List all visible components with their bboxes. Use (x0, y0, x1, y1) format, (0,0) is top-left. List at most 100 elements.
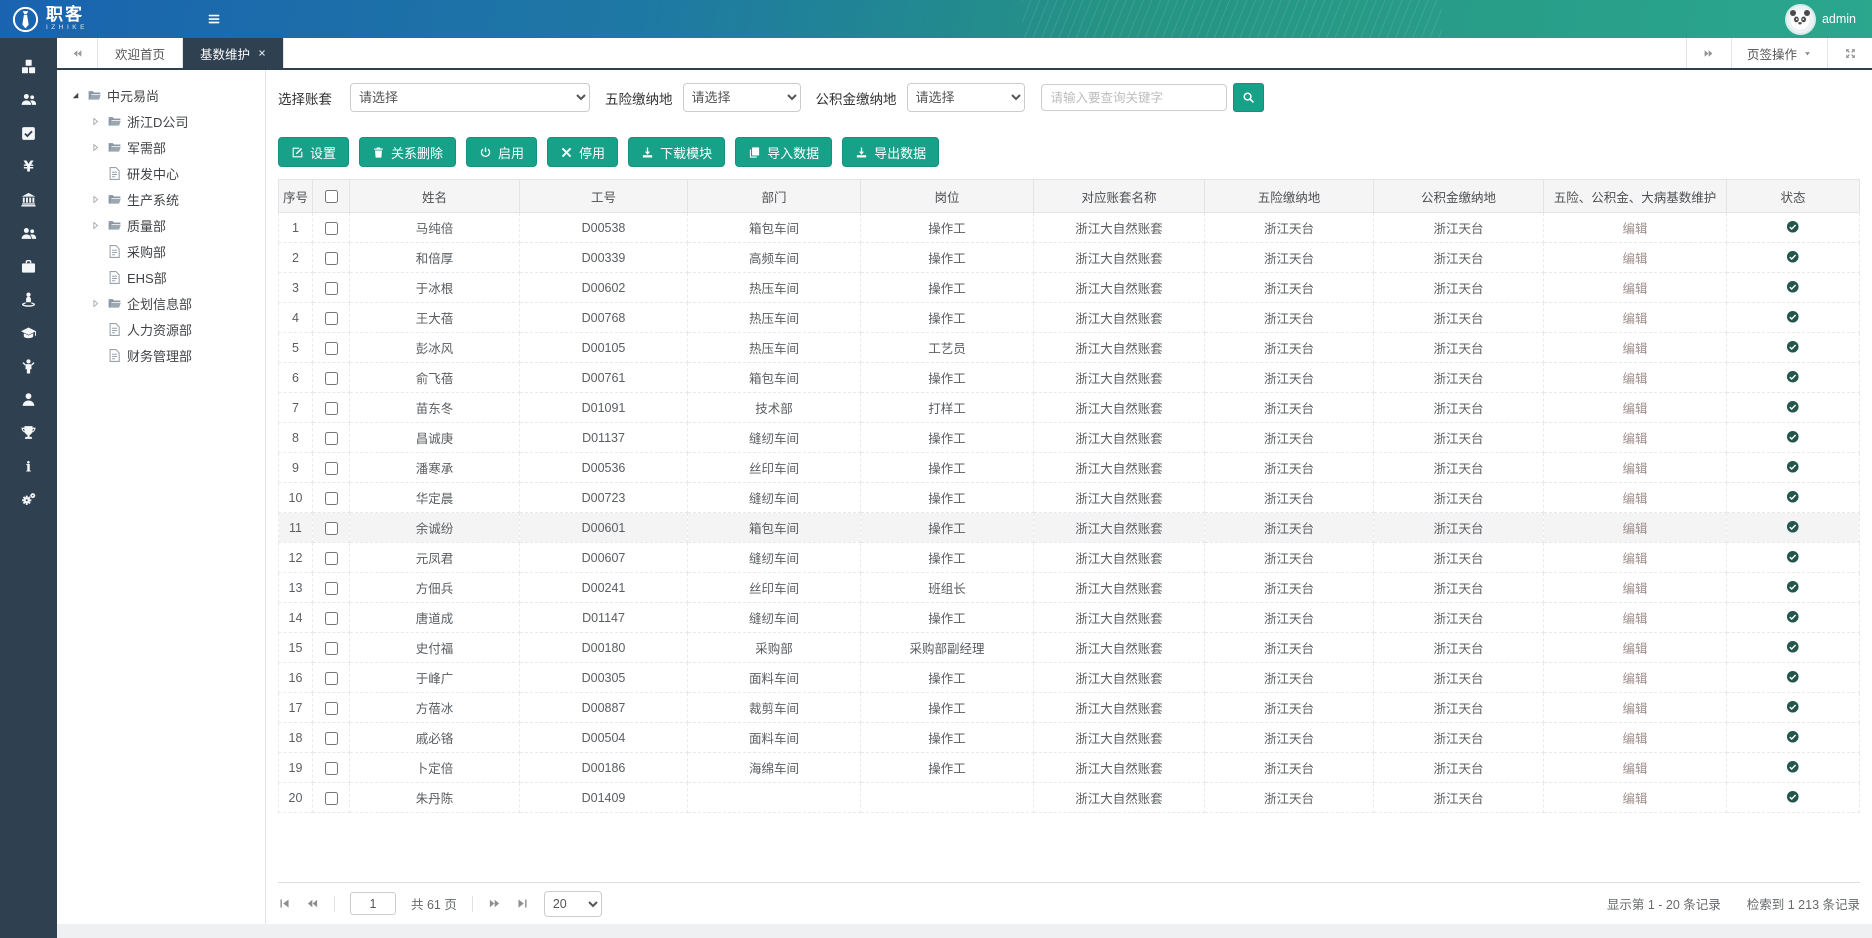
edit-link[interactable]: 编辑 (1622, 402, 1647, 416)
page-number-input[interactable] (350, 892, 396, 915)
tree-item-0[interactable]: 浙江D公司 (69, 108, 265, 134)
tree-item-9[interactable]: 财务管理部 (69, 342, 265, 368)
last-page-button[interactable] (516, 897, 529, 910)
tab-1[interactable]: 基数维护 (183, 38, 284, 68)
fund-city-select[interactable]: 请选择 (907, 83, 1025, 112)
select-all-checkbox[interactable] (325, 190, 338, 203)
page-operations-dropdown[interactable]: 页签操作 (1731, 38, 1827, 68)
rail-item-check-square[interactable] (0, 117, 57, 150)
tree-item-1[interactable]: 军需部 (69, 134, 265, 160)
edit-link[interactable]: 编辑 (1622, 492, 1647, 506)
next-page-button[interactable] (488, 897, 501, 910)
tree-item-4[interactable]: 质量部 (69, 212, 265, 238)
row-checkbox[interactable] (325, 672, 338, 685)
rail-item-team[interactable] (0, 216, 57, 249)
edit-link[interactable]: 编辑 (1622, 282, 1647, 296)
tree-item-7[interactable]: 企划信息部 (69, 290, 265, 316)
insurance-city-select[interactable]: 请选择 (683, 83, 801, 112)
row-checkbox[interactable] (325, 372, 338, 385)
tree-item-5[interactable]: 采购部 (69, 238, 265, 264)
search-input[interactable] (1041, 84, 1227, 111)
info-icon (20, 458, 37, 475)
tree-root[interactable]: 中元易尚 (69, 82, 265, 108)
rail-item-trophy[interactable] (0, 416, 57, 449)
tabs-scroll-right-button[interactable] (1686, 38, 1731, 68)
row-checkbox[interactable] (325, 762, 338, 775)
previous-page-button[interactable] (306, 897, 319, 910)
tab-0[interactable]: 欢迎首页 (98, 38, 183, 68)
rail-item-street-view[interactable] (0, 283, 57, 316)
rail-item-info[interactable] (0, 450, 57, 483)
edit-link[interactable]: 编辑 (1622, 312, 1647, 326)
cell-status (1727, 483, 1860, 513)
row-checkbox[interactable] (325, 582, 338, 595)
edit-link[interactable]: 编辑 (1622, 702, 1647, 716)
row-checkbox[interactable] (325, 432, 338, 445)
row-checkbox[interactable] (325, 402, 338, 415)
rail-item-graduation-cap[interactable] (0, 316, 57, 349)
edit-link[interactable]: 编辑 (1622, 642, 1647, 656)
rail-item-yen[interactable] (0, 150, 57, 183)
rail-item-briefcase[interactable] (0, 250, 57, 283)
tree-item-6[interactable]: EHS部 (69, 264, 265, 290)
row-checkbox[interactable] (325, 792, 338, 805)
search-button[interactable] (1233, 83, 1264, 112)
edit-link[interactable]: 编辑 (1622, 342, 1647, 356)
edit-link[interactable]: 编辑 (1622, 552, 1647, 566)
settings-button[interactable]: 设置 (278, 137, 349, 167)
fullscreen-button[interactable] (1827, 38, 1872, 68)
edit-link[interactable]: 编辑 (1622, 222, 1647, 236)
row-checkbox[interactable] (325, 282, 338, 295)
cell-emp-id: D01147 (520, 603, 688, 633)
edit-link[interactable]: 编辑 (1622, 672, 1647, 686)
tree-item-8[interactable]: 人力资源部 (69, 316, 265, 342)
row-checkbox[interactable] (325, 312, 338, 325)
edit-link[interactable]: 编辑 (1622, 792, 1647, 806)
row-checkbox[interactable] (325, 732, 338, 745)
row-checkbox[interactable] (325, 342, 338, 355)
row-checkbox[interactable] (325, 552, 338, 565)
app-logo[interactable]: 职客 IZHIKE (12, 6, 88, 33)
close-icon[interactable] (258, 49, 266, 57)
relation-delete-button[interactable]: 关系删除 (359, 137, 456, 167)
tree-item-2[interactable]: 研发中心 (69, 160, 265, 186)
edit-link[interactable]: 编辑 (1622, 372, 1647, 386)
cell-account: 浙江大自然账套 (1034, 213, 1205, 243)
sidebar-toggle-button[interactable] (206, 11, 222, 27)
row-checkbox[interactable] (325, 492, 338, 505)
download-template-button[interactable]: 下载模块 (628, 137, 725, 167)
edit-link[interactable]: 编辑 (1622, 582, 1647, 596)
row-checkbox[interactable] (325, 222, 338, 235)
user-menu[interactable]: admin (1787, 6, 1856, 33)
rail-item-child[interactable] (0, 350, 57, 383)
tabs-scroll-left-button[interactable] (57, 38, 98, 68)
disable-button[interactable]: 停用 (547, 137, 618, 167)
row-checkbox[interactable] (325, 612, 338, 625)
enable-button[interactable]: 启用 (466, 137, 537, 167)
rail-item-cogs[interactable] (0, 483, 57, 516)
export-data-button[interactable]: 导出数据 (842, 137, 939, 167)
rail-item-bank[interactable] (0, 183, 57, 216)
first-page-button[interactable] (278, 897, 291, 910)
row-checkbox[interactable] (325, 462, 338, 475)
rail-item-cubes[interactable] (0, 50, 57, 83)
tree-item-3[interactable]: 生产系统 (69, 186, 265, 212)
row-checkbox[interactable] (325, 252, 338, 265)
row-checkbox[interactable] (325, 522, 338, 535)
account-select[interactable]: 请选择 (350, 83, 590, 112)
rail-item-user[interactable] (0, 383, 57, 416)
edit-link[interactable]: 编辑 (1622, 762, 1647, 776)
edit-link[interactable]: 编辑 (1622, 522, 1647, 536)
row-checkbox[interactable] (325, 642, 338, 655)
import-data-button[interactable]: 导入数据 (735, 137, 832, 167)
cell-emp-id: D00601 (520, 513, 688, 543)
page-size-select[interactable]: 20 (544, 891, 602, 917)
tree-node-label: 人力资源部 (127, 320, 192, 339)
edit-link[interactable]: 编辑 (1622, 252, 1647, 266)
row-checkbox[interactable] (325, 702, 338, 715)
edit-link[interactable]: 编辑 (1622, 462, 1647, 476)
edit-link[interactable]: 编辑 (1622, 732, 1647, 746)
edit-link[interactable]: 编辑 (1622, 432, 1647, 446)
rail-item-user-group[interactable] (0, 83, 57, 116)
edit-link[interactable]: 编辑 (1622, 612, 1647, 626)
